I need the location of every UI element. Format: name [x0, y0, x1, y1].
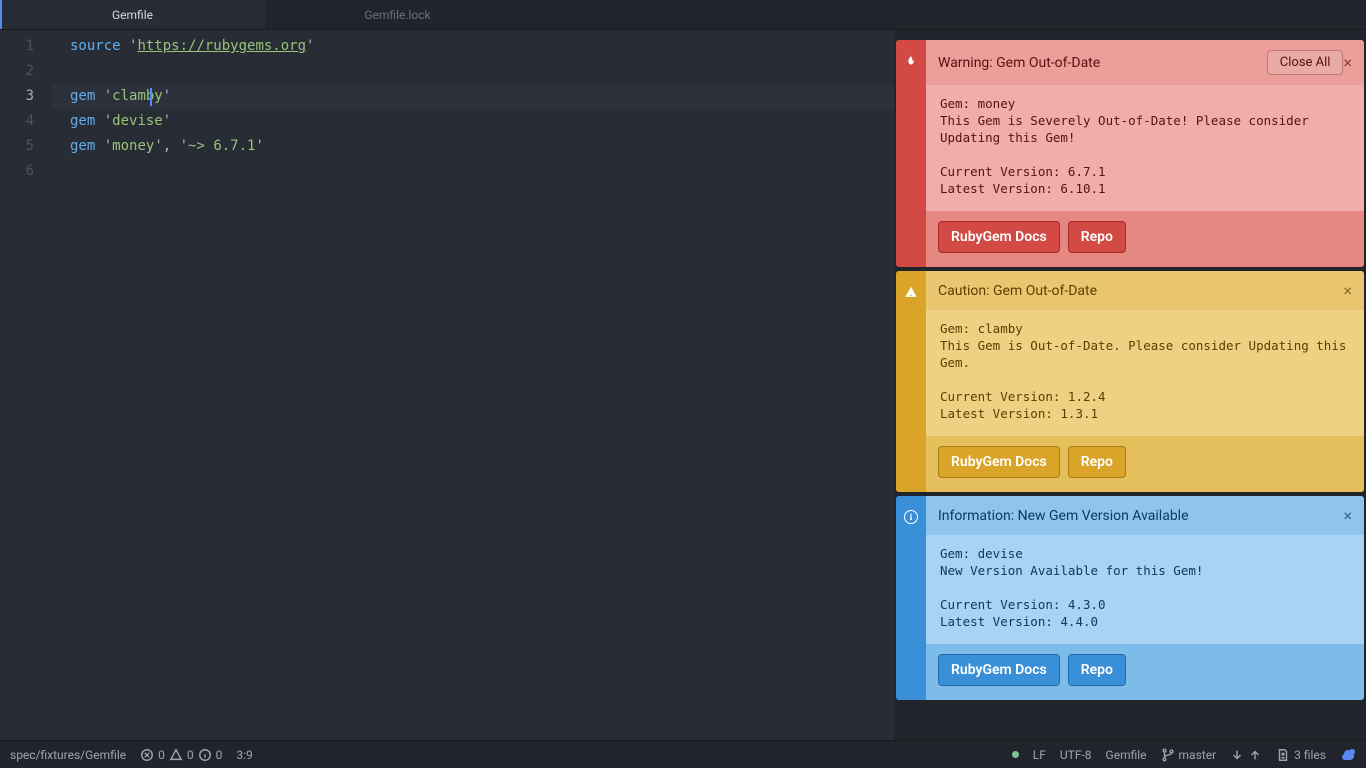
info-circle-icon: i [904, 510, 918, 524]
code-line[interactable]: gem 'clamby' [52, 84, 894, 109]
code-line[interactable]: gem 'money', '~> 6.7.1' [52, 134, 894, 159]
notification-footer: RubyGem DocsRepo [926, 211, 1364, 267]
notification-icon-column [896, 271, 926, 492]
status-file-path[interactable]: spec/fixtures/Gemfile [10, 748, 126, 762]
tab-gemfile[interactable]: Gemfile [0, 0, 265, 29]
arrow-up-icon [1248, 748, 1262, 762]
status-diagnostics[interactable]: 0 0 0 [140, 748, 222, 762]
line-number: 6 [0, 159, 34, 184]
status-line-ending[interactable]: LF [1033, 748, 1046, 762]
notification-header: Caution: Gem Out-of-Date× [926, 271, 1364, 310]
notification-header: Information: New Gem Version Available× [926, 496, 1364, 535]
alert-triangle-icon [904, 285, 918, 299]
squirrel-icon [1340, 747, 1356, 763]
line-number: 5 [0, 134, 34, 159]
notification-body: Gem: clamby This Gem is Out-of-Date. Ple… [926, 310, 1364, 436]
notification-body: Gem: money This Gem is Severely Out-of-D… [926, 85, 1364, 211]
code-area[interactable]: source 'https://rubygems.org' gem 'clamb… [52, 34, 894, 740]
flame-icon [904, 54, 918, 68]
tab-label: Gemfile [112, 8, 153, 22]
rubygem-docs-button[interactable]: RubyGem Docs [938, 221, 1060, 253]
info-circle-icon [198, 748, 212, 762]
rubygem-docs-button[interactable]: RubyGem Docs [938, 446, 1060, 478]
notification-icon-column: i [896, 496, 926, 700]
notification-title: Warning: Gem Out-of-Date [938, 55, 1267, 71]
notification-header: Warning: Gem Out-of-DateClose All× [926, 40, 1364, 85]
tab-bar: Gemfile Gemfile.lock [0, 0, 1366, 30]
notification-title: Caution: Gem Out-of-Date [938, 283, 1343, 299]
close-icon[interactable]: × [1343, 506, 1352, 525]
code-line[interactable]: source 'https://rubygems.org' [52, 34, 894, 59]
notifications-panel: Warning: Gem Out-of-DateClose All×Gem: m… [894, 30, 1366, 740]
line-number-gutter: 123456 [0, 34, 52, 740]
git-branch-icon [1161, 748, 1175, 762]
close-icon[interactable]: × [1343, 281, 1352, 300]
status-cursor-position[interactable]: 3:9 [236, 748, 252, 762]
close-all-button[interactable]: Close All [1267, 50, 1344, 75]
tab-gemfile-lock[interactable]: Gemfile.lock [265, 0, 530, 29]
code-line[interactable] [52, 159, 894, 184]
notification-error: Warning: Gem Out-of-DateClose All×Gem: m… [896, 40, 1364, 267]
notification-footer: RubyGem DocsRepo [926, 644, 1364, 700]
arrow-down-icon [1230, 748, 1244, 762]
repo-button[interactable]: Repo [1068, 221, 1126, 253]
status-grammar[interactable]: Gemfile [1106, 748, 1147, 762]
line-number: 4 [0, 109, 34, 134]
rubygem-docs-button[interactable]: RubyGem Docs [938, 654, 1060, 686]
files-count: 3 files [1294, 748, 1326, 762]
line-number: 1 [0, 34, 34, 59]
repo-button[interactable]: Repo [1068, 654, 1126, 686]
repo-button[interactable]: Repo [1068, 446, 1126, 478]
text-editor[interactable]: 123456 source 'https://rubygems.org' gem… [0, 30, 894, 740]
file-diff-icon [1276, 748, 1290, 762]
branch-name: master [1179, 748, 1217, 762]
notification-info: i Information: New Gem Version Available×… [896, 496, 1364, 700]
diag-warn-count: 0 [187, 748, 194, 762]
status-bar: spec/fixtures/Gemfile 0 0 0 3:9 LF UTF-8… [0, 740, 1366, 768]
x-circle-icon [140, 748, 154, 762]
status-squirrel[interactable] [1340, 747, 1356, 763]
close-icon[interactable]: × [1343, 53, 1352, 72]
code-line[interactable] [52, 59, 894, 84]
status-git-push-pull[interactable] [1230, 748, 1262, 762]
notification-footer: RubyGem DocsRepo [926, 436, 1364, 492]
diag-info-count: 0 [216, 748, 223, 762]
status-encoding[interactable]: UTF-8 [1060, 748, 1092, 762]
notification-warn: Caution: Gem Out-of-Date×Gem: clamby Thi… [896, 271, 1364, 492]
notification-title: Information: New Gem Version Available [938, 508, 1343, 524]
line-number: 2 [0, 59, 34, 84]
diag-error-count: 0 [158, 748, 165, 762]
status-update-indicator[interactable] [1012, 751, 1019, 758]
line-number: 3 [0, 84, 34, 109]
alert-triangle-icon [169, 748, 183, 762]
code-line[interactable]: gem 'devise' [52, 109, 894, 134]
tab-label: Gemfile.lock [364, 8, 430, 22]
status-git-branch[interactable]: master [1161, 748, 1217, 762]
text-cursor [150, 88, 152, 106]
notification-icon-column [896, 40, 926, 267]
status-git-files[interactable]: 3 files [1276, 748, 1326, 762]
notification-body: Gem: devise New Version Available for th… [926, 535, 1364, 644]
